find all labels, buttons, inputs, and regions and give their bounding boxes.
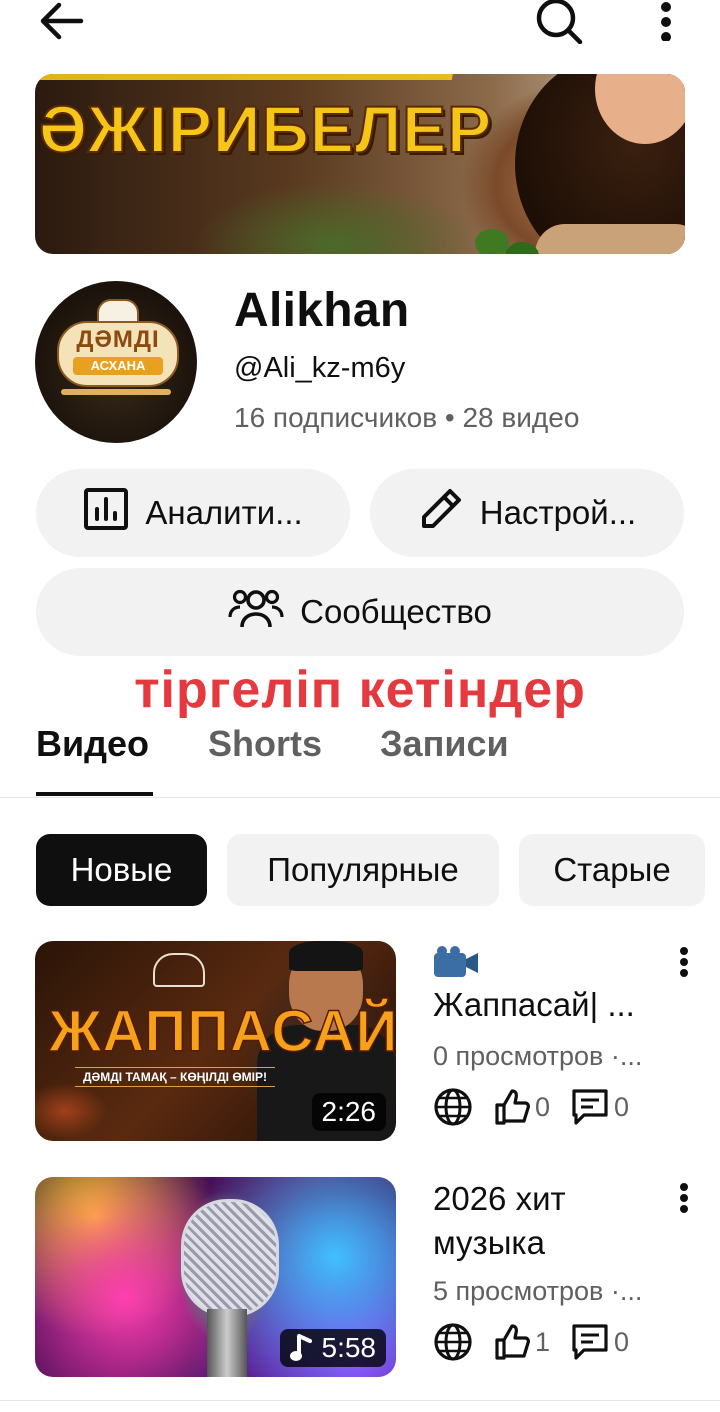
like-count: 1 <box>535 1326 551 1357</box>
video-views: 0 просмотров ·... <box>433 1041 643 1071</box>
channel-avatar[interactable]: ДӘМДІ АСХАНА <box>35 281 197 443</box>
video-views: 5 просмотров ·... <box>433 1276 643 1306</box>
music-note-icon <box>289 1333 312 1363</box>
bottom-divider <box>0 1400 720 1401</box>
video-more-icon[interactable] <box>674 1180 694 1216</box>
thumbnail-title: ЖАППАСАЙ <box>48 999 396 1064</box>
tab-videos[interactable]: Видео <box>36 723 149 765</box>
globe-icon <box>433 1322 473 1362</box>
customize-button[interactable]: Настрой... <box>370 469 684 557</box>
comment-count: 0 <box>614 1326 630 1357</box>
back-arrow-icon[interactable] <box>36 0 88 42</box>
tab-shorts[interactable]: Shorts <box>208 723 322 765</box>
avatar-subtitle: АСХАНА <box>73 357 163 375</box>
video-actions: 0 0 <box>433 1087 629 1127</box>
banner-title: ӘЖІРИБЕЛЕР <box>38 92 493 166</box>
like-icon[interactable] <box>493 1323 531 1361</box>
video-title[interactable]: Жаппасай| ... <box>433 983 635 1027</box>
video-duration: 2:26 <box>311 1093 386 1131</box>
tab-posts[interactable]: Записи <box>380 723 509 765</box>
comment-icon[interactable] <box>570 1322 610 1362</box>
community-button[interactable]: Сообщество <box>36 568 684 656</box>
comment-icon[interactable] <box>570 1087 610 1127</box>
filter-chip-popular[interactable]: Популярные <box>227 834 499 906</box>
channel-stats[interactable]: 16 подписчиков • 28 видео <box>234 402 579 434</box>
channel-handle: @Ali_kz-m6y <box>234 352 406 384</box>
filter-chip-newest[interactable]: Новые <box>36 834 207 906</box>
overlay-caption: тіргеліп кетіндер <box>134 661 586 719</box>
tabs-divider <box>0 797 720 798</box>
video-more-icon[interactable] <box>674 944 694 980</box>
active-tab-indicator <box>36 792 153 796</box>
search-icon[interactable] <box>532 0 586 44</box>
globe-icon <box>433 1087 473 1127</box>
filter-chip-oldest[interactable]: Старые <box>519 834 705 906</box>
video-actions: 1 0 <box>433 1322 629 1362</box>
thumbnail-subtitle: ДӘМДІ ТАМАҚ – КӨҢІЛДІ ӨМІР! <box>75 1067 275 1087</box>
video-thumbnail[interactable]: ЖАППАСАЙ ДӘМДІ ТАМАҚ – КӨҢІЛДІ ӨМІР! 2:2… <box>35 941 396 1141</box>
people-icon <box>228 585 300 639</box>
video-duration: 5:58 <box>279 1329 386 1367</box>
comment-count: 0 <box>614 1091 630 1122</box>
avatar-title: ДӘМДІ <box>76 326 160 353</box>
channel-name: Alikhan <box>234 284 410 337</box>
more-vert-icon[interactable] <box>652 0 680 42</box>
video-title[interactable]: 2026 хит музыка <box>433 1177 663 1265</box>
pencil-icon <box>418 486 480 540</box>
video-thumbnail[interactable]: 5:58 <box>35 1177 396 1377</box>
like-icon[interactable] <box>493 1088 531 1126</box>
like-count: 0 <box>535 1091 551 1122</box>
analytics-icon <box>83 487 145 539</box>
channel-banner: ӘЖІРИБЕЛЕР <box>35 74 685 254</box>
camera-icon <box>433 945 479 984</box>
customize-label: Настрой... <box>479 494 637 531</box>
analytics-button[interactable]: Аналити... <box>36 469 350 557</box>
community-label: Сообщество <box>300 593 492 630</box>
analytics-label: Аналити... <box>145 494 303 531</box>
